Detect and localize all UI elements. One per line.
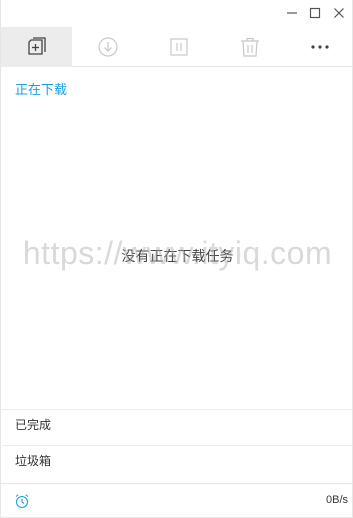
trash-icon (240, 37, 259, 57)
alarm-clock-icon (15, 494, 29, 509)
divider (2, 409, 352, 410)
more-button[interactable] (285, 27, 353, 67)
pause-icon (169, 38, 188, 56)
download-speed: 0B/s (325, 494, 348, 506)
close-button[interactable] (329, 4, 349, 22)
more-dots-icon (310, 45, 329, 49)
close-icon (334, 8, 344, 18)
minimize-button[interactable] (282, 4, 302, 22)
maximize-button[interactable] (305, 4, 325, 22)
start-download-button[interactable] (72, 27, 143, 67)
divider (2, 445, 352, 446)
scheduled-task-button[interactable] (13, 492, 31, 510)
downloading-section-title[interactable]: 正在下载 (15, 79, 67, 98)
trash-section[interactable]: 垃圾箱 (15, 452, 51, 469)
maximize-icon (309, 7, 321, 19)
status-bar: 0B/s (1, 483, 353, 517)
minimize-icon (287, 12, 297, 14)
empty-downloads-message: 没有正在下载任务 (121, 249, 234, 265)
download-manager-window: 正在下载 没有正在下载任务 https://www.ityiq.com 已完成 … (0, 0, 353, 518)
new-task-button[interactable] (1, 27, 72, 67)
completed-section[interactable]: 已完成 (15, 416, 51, 433)
toolbar (1, 27, 353, 67)
download-circle-icon (97, 37, 118, 57)
add-square-icon (27, 37, 46, 55)
delete-button[interactable] (214, 27, 285, 67)
pause-button[interactable] (143, 27, 214, 67)
